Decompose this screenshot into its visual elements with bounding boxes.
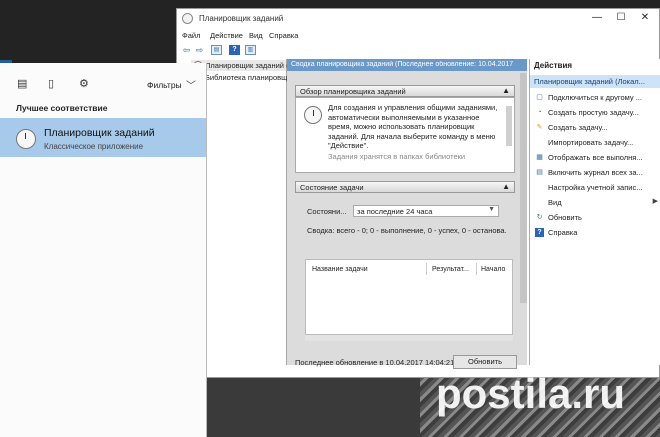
toolbar: ⇦ ⇨ ▤ ? ▥ bbox=[177, 43, 659, 58]
close-button[interactable]: ✕ bbox=[638, 12, 652, 24]
task-scheduler-window[interactable]: Планировщик заданий — ☐ ✕ Файл Действие … bbox=[176, 8, 660, 378]
basic-task-icon: ◔ bbox=[537, 109, 542, 116]
clock-icon bbox=[304, 106, 322, 124]
action-refresh[interactable]: ↻ Обновить bbox=[530, 211, 660, 224]
period-value: за последние 24 часа bbox=[357, 207, 433, 216]
window-title: Планировщик заданий bbox=[199, 14, 284, 23]
summary-header: Сводка планировщика заданий (Последнее о… bbox=[287, 59, 527, 71]
scrollbar[interactable] bbox=[506, 106, 512, 146]
column-header-result[interactable]: Результат... bbox=[432, 266, 469, 273]
column-header-start[interactable]: Начало bbox=[481, 266, 505, 273]
status-summary: Сводка: всего - 0; 0 - выполнение, 0 - у… bbox=[307, 226, 507, 235]
overview-text: Для создания и управления общими задания… bbox=[328, 103, 498, 150]
action-account-settings[interactable]: Настройка учетной запис... bbox=[530, 181, 660, 194]
collapse-icon[interactable]: ▲ bbox=[502, 86, 510, 95]
document-icon[interactable]: ▯ bbox=[48, 77, 54, 90]
summary-pane: Сводка планировщика заданий (Последнее о… bbox=[287, 59, 527, 369]
task-icon: ✎ bbox=[536, 124, 543, 131]
watermark: postila.ru bbox=[436, 370, 626, 417]
minimize-button[interactable]: — bbox=[590, 12, 604, 24]
menu-bar: Файл Действие Вид Справка bbox=[177, 29, 659, 42]
search-result-task-scheduler[interactable]: Планировщик заданий Классическое приложе… bbox=[0, 118, 206, 157]
result-subtitle: Классическое приложение bbox=[44, 142, 144, 151]
collapse-icon[interactable]: ▲ bbox=[502, 182, 510, 191]
title-bar[interactable]: Планировщик заданий — ☐ ✕ bbox=[177, 9, 659, 29]
start-search-panel: ▤ ▯ ⚙ Фильтры ﹀ Лучшее соответствие План… bbox=[0, 63, 207, 437]
connect-icon: ▢ bbox=[536, 94, 543, 101]
history-icon: ▤ bbox=[536, 169, 543, 176]
action-pane-icon[interactable]: ▥ bbox=[245, 45, 256, 55]
column-header-task-name[interactable]: Название задачи bbox=[312, 266, 368, 273]
tasks-table[interactable]: Название задачи Результат... Начало bbox=[305, 259, 513, 335]
period-dropdown[interactable]: за последние 24 часа ▼ bbox=[353, 205, 499, 217]
menu-action[interactable]: Действие bbox=[210, 31, 243, 40]
submenu-arrow-icon: ▶ bbox=[652, 198, 658, 205]
action-display-running[interactable]: ▦ Отображать все выполня... bbox=[530, 151, 660, 164]
menu-help[interactable]: Справка bbox=[269, 31, 298, 40]
clock-icon bbox=[182, 13, 193, 24]
overview-section-header[interactable]: Обзор планировщика заданий ▲ bbox=[295, 85, 515, 97]
action-import-task[interactable]: Импортировать задачу... bbox=[530, 136, 660, 149]
status-section-header[interactable]: Состояние задачи ▲ bbox=[295, 181, 515, 193]
state-label: Состояни... bbox=[307, 207, 347, 216]
menu-file[interactable]: Файл bbox=[182, 31, 200, 40]
back-arrow-icon[interactable]: ⇦ bbox=[181, 45, 192, 55]
best-match-label: Лучшее соответствие bbox=[16, 103, 108, 113]
tree-item-library[interactable]: Библиотека планировщ bbox=[205, 73, 287, 82]
pane-scrollbar[interactable] bbox=[520, 73, 527, 303]
refresh-icon: ↻ bbox=[536, 214, 543, 221]
chevron-down-icon: ▼ bbox=[488, 206, 495, 213]
help-icon[interactable]: ? bbox=[229, 45, 240, 55]
column-separator bbox=[476, 263, 477, 275]
chevron-down-icon[interactable]: ﹀ bbox=[186, 77, 196, 92]
column-separator bbox=[426, 263, 427, 275]
horizontal-scrollbar[interactable] bbox=[305, 335, 513, 341]
result-title: Планировщик заданий bbox=[44, 127, 155, 139]
running-tasks-icon: ▦ bbox=[536, 154, 543, 161]
action-view[interactable]: Вид ▶ bbox=[530, 196, 660, 209]
forward-arrow-icon[interactable]: ⇨ bbox=[194, 45, 205, 55]
refresh-button[interactable]: Обновить bbox=[453, 355, 517, 369]
settings-icon[interactable]: ⚙ bbox=[79, 77, 89, 90]
action-enable-history[interactable]: ▤ Включить журнал всех за... bbox=[530, 166, 660, 179]
help-icon: ? bbox=[535, 228, 544, 237]
menu-view[interactable]: Вид bbox=[249, 31, 263, 40]
action-help[interactable]: ? Справка bbox=[530, 226, 660, 239]
action-create-basic-task[interactable]: ◔ Создать простую задачу... bbox=[530, 106, 660, 119]
actions-subheader[interactable]: Планировщик заданий (Локал... bbox=[530, 75, 660, 88]
console-tree-icon[interactable]: ▤ bbox=[211, 45, 222, 55]
maximize-button[interactable]: ☐ bbox=[614, 12, 628, 24]
status-section: Состояни... за последние 24 часа ▼ Сводк… bbox=[295, 193, 515, 345]
clock-icon bbox=[16, 129, 36, 149]
apps-icon[interactable]: ▤ bbox=[17, 77, 27, 90]
actions-pane: Действия Планировщик заданий (Локал... ▢… bbox=[529, 59, 660, 365]
action-connect[interactable]: ▢ Подключиться к другому ... bbox=[530, 91, 660, 104]
import-icon bbox=[535, 138, 544, 147]
overview-section: Для создания и управления общими задания… bbox=[295, 97, 515, 173]
last-update-text: Последнее обновление в 10.04.2017 14:04:… bbox=[295, 358, 455, 367]
overview-more-text: Задания хранятся в папках библиотеки bbox=[328, 152, 466, 161]
actions-title: Действия bbox=[534, 61, 573, 70]
filters-button[interactable]: Фильтры bbox=[147, 80, 182, 90]
action-create-task[interactable]: ✎ Создать задачу... bbox=[530, 121, 660, 134]
